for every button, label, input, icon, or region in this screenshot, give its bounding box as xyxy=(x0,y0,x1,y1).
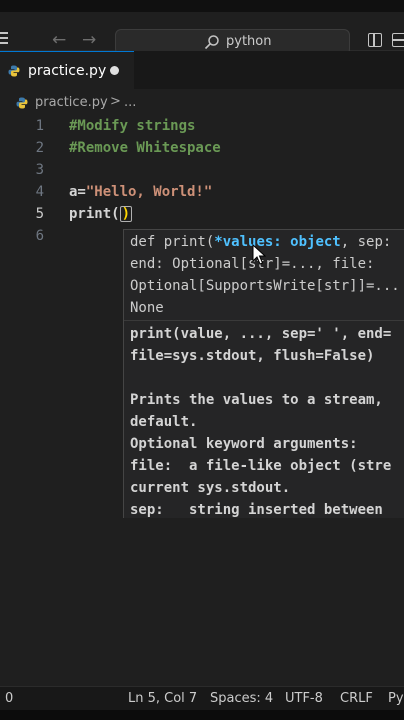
code-text[interactable]: print() xyxy=(69,206,133,222)
status-bar: 0 Ln 5, Col 7 Spaces: 4 UTF-8 CRLF Py xyxy=(0,686,404,711)
window-bottom-strip xyxy=(0,710,404,720)
end-of-line[interactable]: CRLF xyxy=(340,691,373,706)
code-line[interactable]: 4 a="Hello, World!" xyxy=(0,181,404,203)
doc-line: sep: string inserted between xyxy=(130,502,383,518)
function-call: print( xyxy=(69,206,120,222)
window-top-strip xyxy=(0,0,404,12)
signature-return: None xyxy=(130,300,164,316)
code-text[interactable]: #Modify strings xyxy=(69,118,195,134)
toggle-panel-icon[interactable] xyxy=(392,33,404,47)
doc-line: file=sys.stdout, flush=False) xyxy=(130,348,375,364)
line-number: 5 xyxy=(35,206,44,222)
line-number: 3 xyxy=(35,162,44,178)
problems-count[interactable]: 0 xyxy=(5,691,13,706)
code-line[interactable]: 1 #Modify strings xyxy=(0,115,404,137)
matching-bracket: ) xyxy=(119,206,133,222)
doc-line: current sys.stdout. xyxy=(130,480,291,496)
breadcrumb-file[interactable]: practice.py xyxy=(35,95,108,110)
title-bar: ← → python xyxy=(0,12,404,55)
doc-line: Optional keyword arguments: xyxy=(130,436,358,452)
unsaved-dot-icon[interactable] xyxy=(110,66,119,75)
indentation-setting[interactable]: Spaces: 4 xyxy=(210,691,273,706)
cursor-position[interactable]: Ln 5, Col 7 xyxy=(128,691,197,706)
active-parameter: *values: object xyxy=(214,234,341,250)
breadcrumb-separator: > xyxy=(110,94,121,109)
toggle-sidebar-icon[interactable] xyxy=(368,33,382,47)
doc-line: default. xyxy=(130,414,198,430)
signature-help-popup[interactable]: def print(*values: object, sep: end: Opt… xyxy=(123,229,404,518)
tab-bar: practice.py xyxy=(0,51,404,89)
file-encoding[interactable]: UTF-8 xyxy=(285,691,323,706)
python-file-icon xyxy=(16,97,28,109)
doc-line: Prints the values to a stream, xyxy=(130,392,383,408)
signature-rest: , sep: xyxy=(340,234,392,250)
arrow-right-icon[interactable]: → xyxy=(82,32,96,49)
python-file-icon xyxy=(8,65,20,77)
code-line-active[interactable]: 5 print() xyxy=(0,203,404,225)
doc-line: print(value, ..., sep=' ', end= xyxy=(130,326,392,342)
signature-def: def print( xyxy=(130,234,215,250)
code-text[interactable]: #Remove Whitespace xyxy=(69,140,221,156)
code-text[interactable]: a="Hello, World!" xyxy=(69,184,212,200)
line-number: 4 xyxy=(35,184,44,200)
language-mode[interactable]: Py xyxy=(388,691,404,706)
line-number: 1 xyxy=(35,118,44,134)
popup-divider xyxy=(124,320,404,321)
tab-label: practice.py xyxy=(28,63,107,79)
search-text: python xyxy=(226,34,272,49)
breadcrumb: practice.py > ... xyxy=(0,93,404,113)
variable-assign: a= xyxy=(69,184,86,200)
menu-icon[interactable] xyxy=(0,32,8,46)
line-number: 2 xyxy=(35,140,44,156)
breadcrumb-more[interactable]: ... xyxy=(124,95,136,110)
code-line[interactable]: 2 #Remove Whitespace xyxy=(0,137,404,159)
code-line[interactable]: 3 xyxy=(0,159,404,181)
tab-practice-py[interactable]: practice.py xyxy=(0,51,134,89)
doc-line: file: a file-like object (stre xyxy=(130,458,392,474)
signature-line: Optional[SupportsWrite[str]]=... xyxy=(130,278,400,294)
line-number: 6 xyxy=(35,228,44,244)
arrow-left-icon[interactable]: ← xyxy=(52,32,66,49)
string-literal: "Hello, World!" xyxy=(85,184,213,200)
mouse-pointer-icon xyxy=(252,244,266,265)
search-icon xyxy=(204,35,219,50)
